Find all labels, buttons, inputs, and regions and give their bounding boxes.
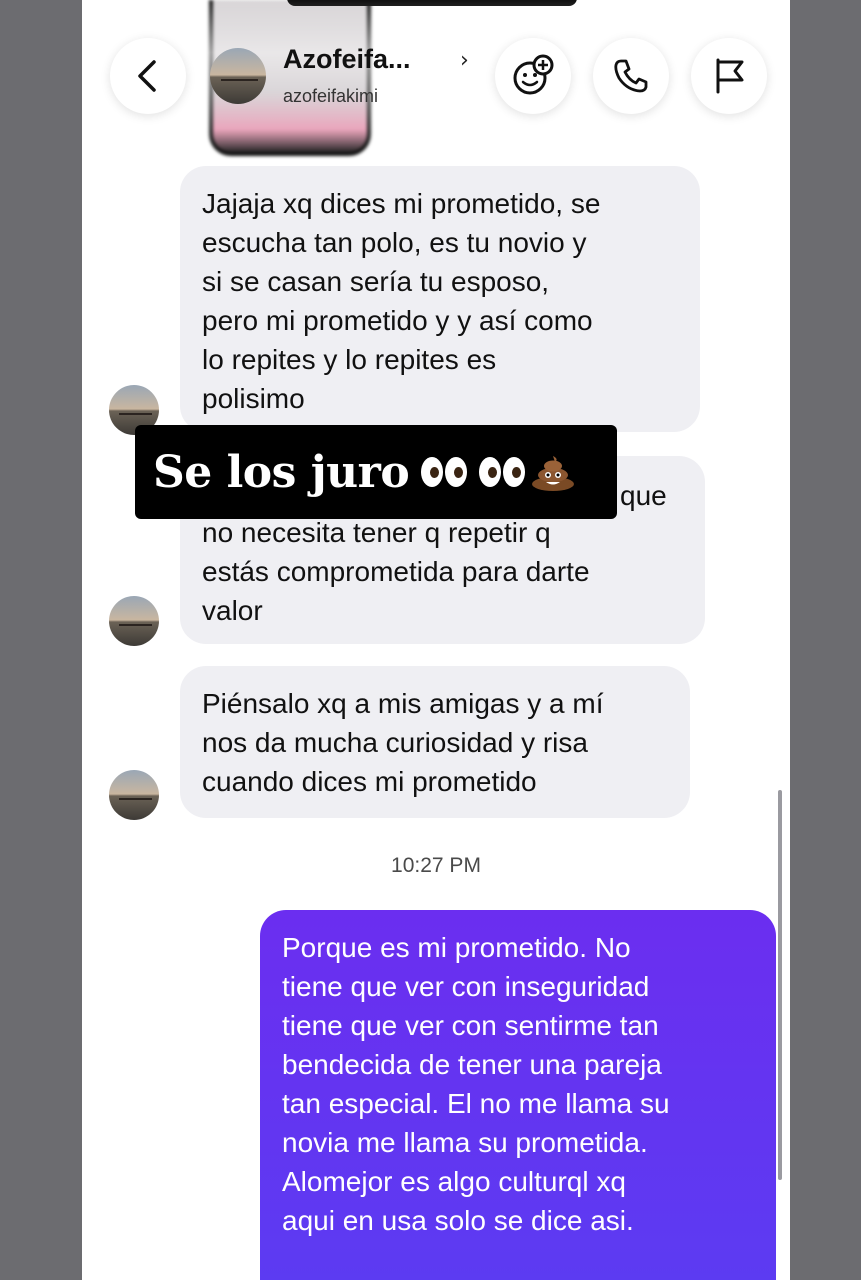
overlay-caption: Se los juro — [153, 446, 410, 498]
effects-button[interactable] — [495, 38, 571, 114]
message-text: no necesita tener q repetir q estás comp… — [202, 517, 590, 626]
flag-icon — [716, 58, 744, 94]
back-button[interactable] — [110, 38, 186, 114]
call-button[interactable] — [593, 38, 669, 114]
story-text-overlay: Se los juro — [135, 425, 617, 519]
phone-icon — [614, 59, 648, 93]
header-background — [82, 0, 790, 150]
contact-username: azofeifakimi — [283, 86, 379, 106]
message-text-fragment: que — [620, 480, 667, 511]
eyes-emoji — [421, 457, 468, 487]
poop-emoji — [532, 456, 575, 491]
report-button[interactable] — [691, 38, 767, 114]
chat-screen: Azofeifa... › azofeifakimi Jajaja xq dic… — [82, 0, 790, 1280]
sender-avatar[interactable] — [109, 596, 159, 646]
scrollbar[interactable] — [778, 790, 782, 1180]
eyes-emoji — [479, 457, 526, 487]
incoming-message[interactable]: Jajaja xq dices mi prometido, se escucha… — [180, 166, 700, 432]
sender-avatar[interactable] — [109, 770, 159, 820]
sticker-effects-icon — [513, 54, 554, 95]
contact-name[interactable]: Azofeifa... — [283, 44, 411, 75]
chevron-right-icon[interactable]: › — [460, 48, 469, 73]
incoming-message[interactable]: Piénsalo xq a mis amigas y a mí nos da m… — [180, 666, 690, 818]
message-timestamp: 10:27 PM — [391, 854, 481, 877]
back-chevron-icon — [138, 60, 156, 92]
header-avatar[interactable] — [210, 48, 266, 104]
outgoing-message[interactable]: Porque es mi prometido. No tiene que ver… — [260, 910, 776, 1280]
